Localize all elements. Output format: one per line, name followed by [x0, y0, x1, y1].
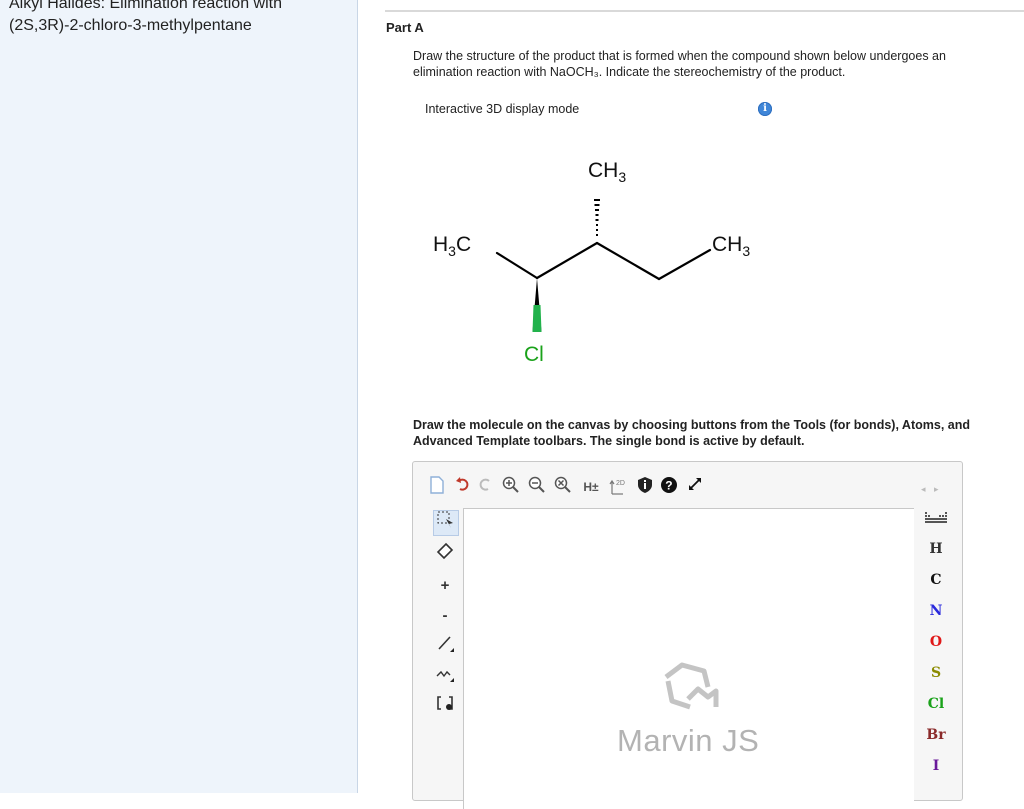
- svg-text:CH3: CH3: [588, 159, 626, 185]
- undo-icon[interactable]: [453, 476, 473, 498]
- bond-c4-c5: [657, 248, 712, 281]
- toolbar-nav-arrows[interactable]: ◂ ▸: [921, 484, 942, 495]
- single-bond-icon[interactable]: [433, 634, 457, 658]
- decrease-charge-icon[interactable]: -: [433, 604, 457, 628]
- label-left-sub: 3: [448, 243, 456, 259]
- hydrogens-button[interactable]: H±: [579, 476, 603, 498]
- zoom-out-icon[interactable]: [527, 476, 547, 498]
- svg-text:CH3: CH3: [712, 233, 750, 259]
- label-top-ch: CH: [588, 159, 618, 182]
- atom-button-o[interactable]: O: [916, 629, 956, 655]
- label-top-sub: 3: [618, 169, 626, 185]
- help-icon[interactable]: ?: [659, 476, 679, 498]
- clear-canvas-icon[interactable]: [553, 476, 573, 498]
- assignment-subtitle: (2S,3R)-2-chloro-3-methylpentane: [9, 17, 252, 34]
- assignment-title: Alkyl Halides: Elimination reaction with: [9, 0, 282, 12]
- wedge-bond-cl: [532, 305, 542, 332]
- part-divider: [385, 10, 1024, 12]
- question-text: Draw the structure of the product that i…: [413, 49, 946, 79]
- increase-charge-icon[interactable]: +: [433, 574, 457, 598]
- info-shield-icon[interactable]: [635, 476, 655, 498]
- part-label: Part A: [386, 20, 424, 35]
- brackets-icon[interactable]: [433, 694, 457, 718]
- selection-tool-icon[interactable]: [433, 510, 459, 536]
- clean-2d-icon[interactable]: 2D: [609, 476, 629, 498]
- bond-c1-c2: [495, 251, 539, 280]
- redo-icon[interactable]: [475, 476, 495, 498]
- info-icon[interactable]: i: [758, 102, 772, 116]
- label-cl: Cl: [524, 343, 544, 366]
- drawing-instructions: Draw the molecule on the canvas by choos…: [413, 418, 970, 448]
- fullscreen-icon[interactable]: [685, 476, 705, 498]
- atom-button-c[interactable]: C: [916, 567, 956, 593]
- bond-c2-c3: [535, 241, 599, 280]
- zoom-in-icon[interactable]: [501, 476, 521, 498]
- eraser-icon[interactable]: [433, 542, 457, 566]
- atom-button-n[interactable]: N: [916, 598, 956, 624]
- label-left-c: C: [456, 233, 471, 256]
- svg-text:?: ?: [665, 479, 672, 493]
- atom-button-s[interactable]: S: [916, 660, 956, 686]
- chain-tool-icon[interactable]: [433, 664, 457, 688]
- atom-button-cl[interactable]: Cl: [916, 691, 956, 717]
- molecule-drawing: CH3 H3C CH3 Cl: [433, 159, 750, 366]
- marvin-logo-icon: [664, 662, 719, 710]
- bond-c3-c4: [595, 241, 661, 281]
- label-right-ch: CH: [712, 233, 742, 256]
- display-mode-link[interactable]: Interactive 3D display mode: [425, 102, 579, 116]
- svg-text:H3C: H3C: [433, 233, 471, 259]
- label-right-sub: 3: [742, 243, 750, 259]
- atom-button-h[interactable]: H: [916, 536, 956, 562]
- sidebar: Alkyl Halides: Elimination reaction with…: [0, 0, 358, 793]
- drawing-canvas[interactable]: Marvin JS: [463, 508, 914, 809]
- marvin-watermark: Marvin JS: [617, 723, 760, 758]
- atom-button-br[interactable]: Br: [916, 722, 956, 748]
- label-left-h: H: [433, 233, 448, 256]
- clean-2d-label: 2D: [616, 480, 625, 487]
- hash-bond: [594, 199, 600, 236]
- periodic-table-icon[interactable]: [916, 508, 956, 534]
- new-document-icon[interactable]: [427, 476, 447, 498]
- atom-button-i[interactable]: I: [916, 753, 956, 779]
- marvin-editor: H± 2D ? ◂ ▸ + - Marvin JS H C N O S Cl B…: [412, 461, 963, 809]
